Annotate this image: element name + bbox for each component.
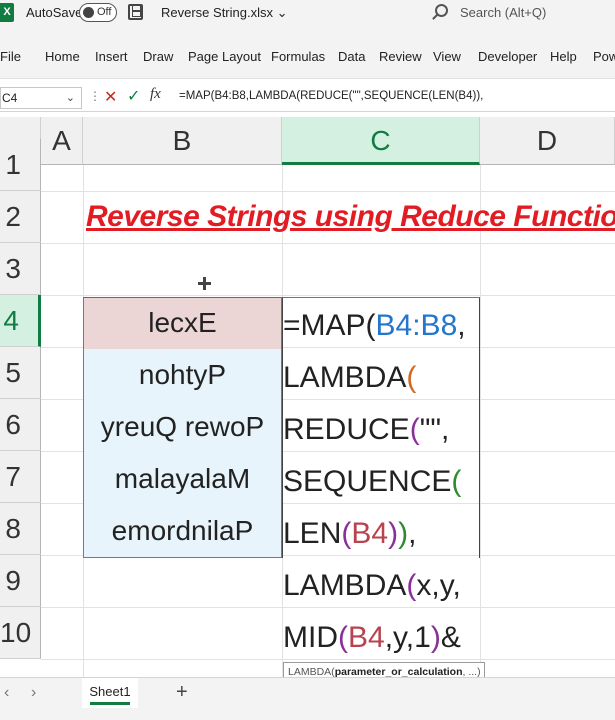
tab-help[interactable]: Help bbox=[550, 49, 577, 64]
chevron-left-icon[interactable]: ‹ bbox=[4, 684, 9, 702]
tab-insert[interactable]: Insert bbox=[95, 49, 128, 64]
formula-token: x,y, bbox=[416, 569, 461, 602]
gridline bbox=[41, 243, 615, 244]
title-bar: X AutoSave Off Reverse String.xlsx ⌄ Sea… bbox=[0, 0, 615, 27]
tab-file[interactable]: File bbox=[0, 49, 21, 64]
gridline bbox=[480, 165, 481, 677]
formula-line[interactable]: MID(B4,y,1)& bbox=[283, 612, 461, 664]
row-header-6[interactable]: 6 bbox=[0, 399, 41, 451]
gridline bbox=[41, 191, 615, 192]
drag-handle-icon[interactable]: ⋮ bbox=[89, 89, 101, 103]
save-icon[interactable] bbox=[128, 4, 143, 20]
cell-cursor-icon bbox=[198, 277, 211, 290]
formula-token: SEQUENCE bbox=[283, 465, 452, 498]
search-icon bbox=[435, 4, 448, 17]
row-header-1[interactable]: 1 bbox=[0, 139, 41, 191]
formula-line[interactable]: SEQUENCE( bbox=[283, 456, 461, 508]
tab-data[interactable]: Data bbox=[338, 49, 365, 64]
formula-token: LAMBDA bbox=[283, 361, 407, 394]
enter-icon[interactable]: ✓ bbox=[127, 86, 140, 106]
chevron-down-icon: ⌄ bbox=[276, 5, 288, 20]
formula-token: , bbox=[408, 517, 417, 550]
row-header-8[interactable]: 8 bbox=[0, 503, 41, 555]
formula-token: ( bbox=[341, 517, 352, 550]
formula-token: ,y,1 bbox=[384, 621, 431, 654]
row-header-7[interactable]: 7 bbox=[0, 451, 41, 503]
formula-line[interactable]: LEN(B4)), bbox=[283, 508, 416, 560]
name-box-value: C4 bbox=[2, 91, 18, 105]
cell-b5[interactable]: nohtyP bbox=[83, 349, 282, 401]
row-header-4[interactable]: 4 bbox=[0, 295, 41, 347]
formula-token: ( bbox=[338, 621, 348, 654]
formula-token: B4:B8 bbox=[375, 309, 458, 342]
column-header-d[interactable]: D bbox=[480, 117, 615, 165]
document-title[interactable]: Reverse String.xlsx ⌄ bbox=[161, 5, 288, 21]
formula-line[interactable]: =MAP(B4:B8, bbox=[283, 300, 466, 352]
autosave-toggle[interactable]: Off bbox=[79, 3, 117, 22]
row-header-5[interactable]: 5 bbox=[0, 347, 41, 399]
cell-b8[interactable]: emordnilaP bbox=[83, 505, 282, 557]
formula-line[interactable]: LAMBDA(x,y, bbox=[283, 560, 461, 612]
sheet-tab-bar: ‹ › Sheet1 + bbox=[0, 677, 615, 709]
sheet-tab-sheet1[interactable]: Sheet1 bbox=[82, 678, 138, 708]
chevron-right-icon[interactable]: › bbox=[31, 684, 36, 702]
add-sheet-icon[interactable]: + bbox=[176, 681, 188, 704]
tab-developer[interactable]: Developer bbox=[478, 49, 537, 64]
cell-b6[interactable]: yreuQ rewoP bbox=[83, 401, 282, 453]
tab-draw[interactable]: Draw bbox=[143, 49, 173, 64]
formula-token: ( bbox=[451, 465, 462, 498]
tab-review[interactable]: Review bbox=[379, 49, 422, 64]
formula-token: , bbox=[457, 309, 466, 342]
excel-logo-icon: X bbox=[0, 3, 14, 22]
formula-token: REDUCE bbox=[283, 413, 410, 446]
formula-token: MID bbox=[283, 621, 338, 654]
name-box[interactable]: C4 ⌄ bbox=[0, 87, 82, 109]
autosave-label: AutoSave bbox=[26, 5, 83, 20]
tab-formulas[interactable]: Formulas bbox=[271, 49, 325, 64]
insert-function-icon[interactable]: fx bbox=[150, 86, 161, 103]
formula-token: ( bbox=[406, 569, 417, 602]
gridline bbox=[41, 295, 615, 296]
formula-token: ) bbox=[388, 517, 399, 550]
row-header-2[interactable]: 2 bbox=[0, 191, 41, 243]
formula-token: ) bbox=[398, 517, 409, 550]
formula-token: "", bbox=[419, 413, 450, 446]
formula-token: B4 bbox=[348, 621, 385, 654]
tab-home[interactable]: Home bbox=[45, 49, 80, 64]
cancel-icon[interactable]: ✕ bbox=[104, 87, 117, 107]
formula-token: =MAP( bbox=[283, 309, 376, 342]
formula-token: ) bbox=[430, 621, 441, 654]
tab-page-layout[interactable]: Page Layout bbox=[188, 49, 261, 64]
formula-bar: C4 ⌄ ⋮ ✕ ✓ fx =MAP(B4:B8,LAMBDA(REDUCE("… bbox=[0, 82, 615, 112]
formula-token: LAMBDA bbox=[283, 569, 407, 602]
search-input[interactable]: Search (Alt+Q) bbox=[460, 5, 546, 20]
formula-token: ( bbox=[409, 413, 420, 446]
filename-text: Reverse String.xlsx bbox=[161, 5, 273, 20]
tab-view[interactable]: View bbox=[433, 49, 461, 64]
formula-token: LEN bbox=[283, 517, 342, 550]
formula-token: B4 bbox=[351, 517, 389, 550]
chevron-down-icon[interactable]: ⌄ bbox=[66, 91, 75, 104]
sheet-title[interactable]: Reverse Strings using Reduce Function bbox=[86, 200, 615, 234]
column-header-b[interactable]: B bbox=[83, 117, 282, 165]
formula-line[interactable]: REDUCE("", bbox=[283, 404, 449, 456]
tab-pow[interactable]: Pow bbox=[593, 49, 615, 64]
row-header-9[interactable]: 9 bbox=[0, 555, 41, 607]
toggle-knob bbox=[83, 7, 94, 18]
formula-token: & bbox=[440, 621, 461, 654]
formula-token: ( bbox=[406, 361, 417, 394]
column-header-c[interactable]: C bbox=[282, 117, 480, 165]
cell-b7[interactable]: malayalaM bbox=[83, 453, 282, 505]
row-header-3[interactable]: 3 bbox=[0, 243, 41, 295]
status-bar bbox=[0, 709, 615, 720]
column-header-a[interactable]: A bbox=[41, 117, 83, 165]
formula-line[interactable]: LAMBDA( bbox=[283, 352, 416, 404]
formula-input[interactable]: =MAP(B4:B8,LAMBDA(REDUCE("",SEQUENCE(LEN… bbox=[179, 90, 483, 102]
cell-b4[interactable]: lecxE bbox=[83, 297, 282, 349]
row-header-10[interactable]: 10 bbox=[0, 607, 41, 659]
ribbon-tabs: File Home Insert Draw Page Layout Formulas Dat… bbox=[0, 27, 615, 79]
autosave-state: Off bbox=[97, 6, 112, 18]
